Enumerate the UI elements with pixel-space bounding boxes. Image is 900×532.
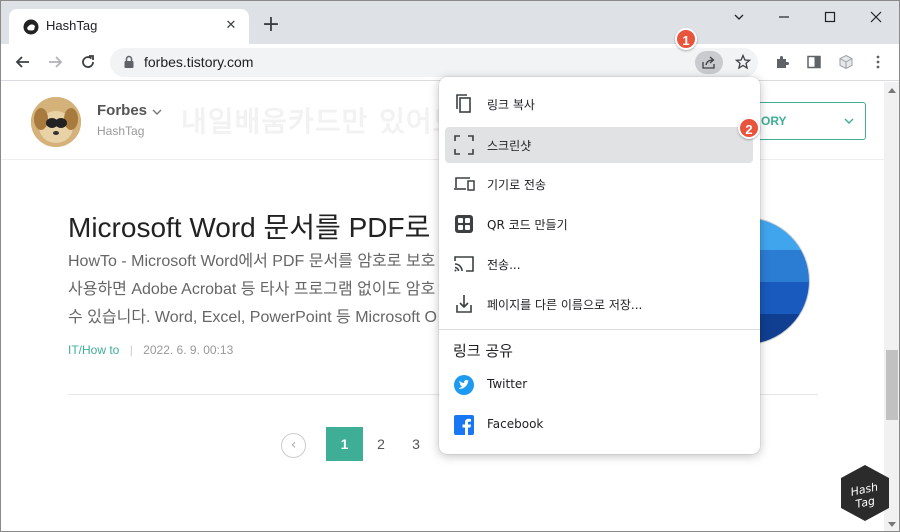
close-window-button[interactable] [856,5,896,29]
save-page-icon [456,295,472,313]
menu-label: 스크린샷 [487,139,532,153]
side-panel-icon [807,55,821,69]
menu-item-send-to-devices[interactable]: 기기로 전송 [445,166,753,202]
star-icon [734,53,752,70]
menu-label: Twitter [487,377,528,391]
maximize-button[interactable] [810,5,850,29]
menu-label: 링크 복사 [487,98,535,112]
menu-item-save-page-as[interactable]: 페이지를 다른 이름으로 저장... [445,286,753,322]
menu-item-facebook[interactable]: Facebook [445,407,753,443]
profile-button[interactable] [833,49,859,75]
menu-label: QR 코드 만들기 [487,218,568,232]
page-3-button[interactable]: 3 [406,427,426,461]
share-menu: 링크 복사 스크린샷 기기로 전송 QR 코드 만들기 전송... 페이지를 다… [439,77,760,454]
url-text[interactable]: forbes.tistory.com [144,54,253,70]
banner-text: 내일배움카드만 있어도 [181,105,460,138]
back-arrow-icon [15,56,29,68]
avatar[interactable] [31,97,81,147]
menu-item-screenshot[interactable]: 스크린샷 [445,127,753,163]
chevron-down-icon[interactable] [151,107,163,117]
copy-icon [456,94,471,113]
excerpt-line: 사용하면 Adobe Acrobat 등 타사 프로그램 없이도 암호 [68,281,436,298]
scroll-up-icon[interactable] [888,87,896,93]
menu-item-copy-link[interactable]: 링크 복사 [445,86,753,122]
meta-separator: | [129,343,133,357]
category-label: ORY [761,114,787,128]
kebab-menu-icon [876,55,880,69]
screenshot-icon [454,135,474,155]
lock-icon[interactable] [122,55,136,69]
blog-subtitle: HashTag [97,124,145,138]
page-1-button[interactable]: 1 [326,427,363,461]
annotation-badge-1: 1 [675,28,697,50]
menu-item-qr-code[interactable]: QR 코드 만들기 [445,206,753,242]
extensions-button[interactable] [769,49,795,75]
category-button[interactable]: ORY [748,102,866,140]
new-tab-button[interactable]: + [260,14,282,37]
qr-code-icon [455,215,473,233]
prev-page-button[interactable]: ‹ [281,433,306,458]
facebook-icon [454,415,474,435]
post-excerpt[interactable]: HowTo - Microsoft Word에서 PDF 문서를 암호로 보호 … [68,248,448,332]
cube-profile-icon [839,54,853,70]
menu-label: Facebook [487,417,544,431]
cast-icon [454,256,474,272]
back-button[interactable] [10,49,36,75]
menu-item-twitter[interactable]: Twitter [445,367,753,403]
share-section-title: 링크 공유 [453,342,513,360]
share-icon [702,56,715,69]
bookmark-star-button[interactable] [732,51,754,73]
hashtag-watermark-logo: Hash Tag [841,465,889,521]
chevron-down-icon [844,118,854,124]
tab-hashtag[interactable]: HashTag ✕ [9,9,249,44]
forward-button[interactable] [42,49,68,75]
post-category-link[interactable]: IT/How to [68,343,119,357]
browser-toolbar: forbes.tistory.com [1,44,899,81]
tab-search-dropdown-icon[interactable] [719,5,759,29]
forward-arrow-icon [49,56,63,68]
menu-label: 기기로 전송 [487,178,547,192]
share-button[interactable] [695,51,723,74]
excerpt-line: HowTo - Microsoft Word에서 PDF 문서를 암호로 보호 [68,253,436,270]
post-date: 2022. 6. 9. 00:13 [143,343,234,357]
annotation-badge-2: 2 [738,117,760,139]
menu-label: 페이지를 다른 이름으로 저장... [487,298,643,312]
address-bar[interactable]: forbes.tistory.com [110,48,758,77]
post-meta: IT/How to | 2022. 6. 9. 00:13 [68,343,233,357]
reload-icon [82,55,94,68]
menu-divider [439,329,760,330]
puzzle-icon [777,56,789,68]
chrome-menu-button[interactable] [865,49,891,75]
devices-icon [454,177,475,191]
hashtag-favicon-icon [23,19,39,35]
tab-title: HashTag [46,18,98,33]
scrollbar-thumb[interactable] [886,350,898,420]
blog-name[interactable]: Forbes [97,102,147,119]
reload-button[interactable] [75,49,101,75]
menu-label: 전송... [487,258,521,272]
minimize-button[interactable] [764,5,804,29]
page-2-button[interactable]: 2 [371,427,391,461]
side-panel-button[interactable] [801,49,827,75]
dog-avatar-icon [31,97,81,147]
twitter-icon [454,375,474,395]
excerpt-line: 수 있습니다. Word, Excel, PowerPoint 등 Micros… [68,309,437,326]
browser-window: HashTag ✕ + forbes.tistory.com Forbes Ha… [0,0,900,532]
menu-item-cast[interactable]: 전송... [445,246,753,282]
post-title[interactable]: Microsoft Word 문서를 PDF로 [68,206,430,246]
tab-close-icon[interactable]: ✕ [222,17,240,35]
tab-strip: HashTag ✕ + [1,1,899,44]
